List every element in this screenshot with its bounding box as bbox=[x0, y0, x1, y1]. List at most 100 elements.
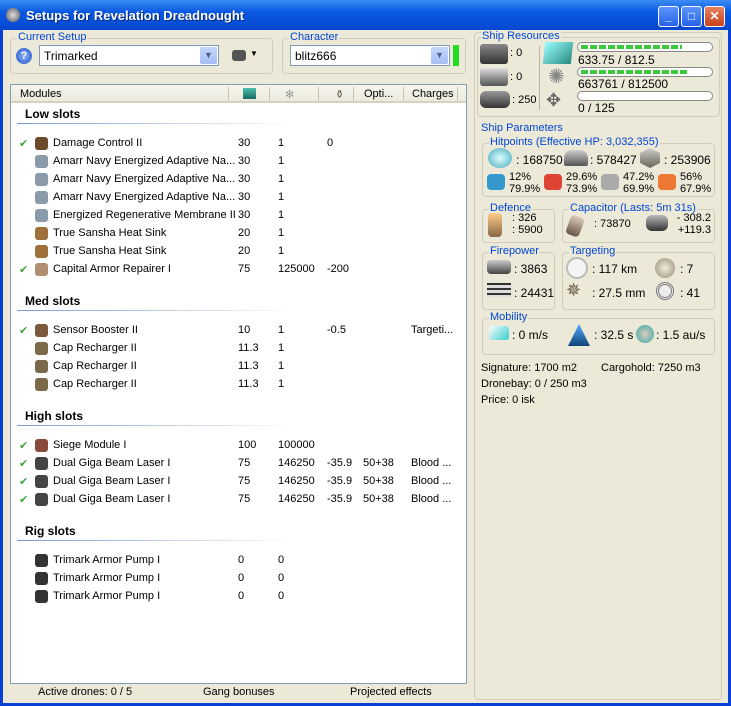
module-c1: 30 bbox=[238, 155, 251, 167]
ship-resources-label: Ship Resources bbox=[481, 30, 561, 42]
section-header: Med slots bbox=[25, 294, 81, 308]
armor-icon bbox=[564, 150, 588, 166]
module-c1: 75 bbox=[238, 263, 251, 275]
module-name: Trimark Armor Pump I bbox=[53, 554, 161, 566]
explosive-armor-resist: 67.9% bbox=[680, 183, 712, 195]
projected-effects-tab[interactable]: Projected effects bbox=[350, 686, 432, 698]
module-row[interactable]: Trimark Armor Pump I 0 0 bbox=[11, 552, 466, 570]
module-row[interactable]: Amarr Navy Energized Adaptive Na... 30 1 bbox=[11, 189, 466, 207]
repair-icon bbox=[488, 213, 502, 237]
module-row[interactable]: ✔ Capital Armor Repairer I 75 125000 -200 bbox=[11, 261, 466, 279]
help-icon[interactable]: ? bbox=[16, 48, 32, 64]
cpu-value: 633.75 / 812.5 bbox=[578, 53, 655, 67]
section-divider bbox=[17, 123, 297, 124]
module-row[interactable]: Cap Recharger II 11.3 1 bbox=[11, 340, 466, 358]
scan-resolution: : 27.5 mm bbox=[592, 286, 646, 300]
setup-select[interactable]: Trimarked ▼ bbox=[39, 45, 219, 66]
maximize-button[interactable]: □ bbox=[681, 6, 702, 27]
col-modules[interactable]: Modules bbox=[20, 88, 62, 100]
active-check-icon[interactable]: ✔ bbox=[19, 457, 28, 470]
module-c1: 0 bbox=[238, 554, 245, 566]
window-title: Setups for Revelation Dreadnought bbox=[26, 8, 245, 23]
list-header: Modules ✻ ⚱ Opti... Charges bbox=[11, 85, 466, 103]
module-c2: 146250 bbox=[278, 475, 315, 487]
module-c2: 146250 bbox=[278, 457, 315, 469]
calibration-icon bbox=[480, 91, 510, 108]
module-row[interactable]: ✔ Dual Giga Beam Laser I 75 146250 -35.9 50+3… bbox=[11, 473, 466, 491]
drone-bandwidth-icon: ✥ bbox=[546, 90, 562, 110]
module-c1: 30 bbox=[238, 173, 251, 185]
thermal-resist-icon bbox=[544, 174, 562, 190]
module-c2: 125000 bbox=[278, 263, 315, 275]
character-label: Character bbox=[289, 31, 340, 43]
module-row[interactable]: Amarr Navy Energized Adaptive Na... 30 1 bbox=[11, 153, 466, 171]
module-row[interactable]: ✔ Damage Control II 30 1 0 bbox=[11, 135, 466, 153]
module-row[interactable]: Trimark Armor Pump I 0 0 bbox=[11, 588, 466, 606]
explosive-shield-resist: 56% bbox=[680, 171, 703, 183]
active-check-icon[interactable]: ✔ bbox=[19, 475, 28, 488]
chevron-down-icon[interactable]: ▼ bbox=[200, 47, 217, 64]
sensor-strength-icon bbox=[656, 282, 674, 300]
module-row[interactable]: Amarr Navy Energized Adaptive Na... 30 1 bbox=[11, 171, 466, 189]
module-c1: 0 bbox=[238, 572, 245, 584]
defence-repair-value: : 5900 bbox=[512, 224, 543, 236]
targeting-range: : 117 km bbox=[592, 262, 638, 276]
module-row[interactable]: ✔ Sensor Booster II 10 1 -0.5 Targeti... bbox=[11, 322, 466, 340]
powergrid-bar bbox=[577, 67, 713, 77]
module-c1: 30 bbox=[238, 191, 251, 203]
module-row[interactable]: ✔ Siege Module I 100 100000 bbox=[11, 437, 466, 455]
powergrid-column-icon[interactable]: ✻ bbox=[285, 88, 294, 101]
character-select[interactable]: blitz666 ▼ bbox=[290, 45, 450, 66]
module-c3: -0.5 bbox=[327, 324, 346, 336]
setup-actions-button[interactable]: ▼ bbox=[232, 49, 258, 63]
module-row[interactable]: Cap Recharger II 11.3 1 bbox=[11, 376, 466, 394]
thermal-shield-resist: 29.6% bbox=[566, 171, 598, 183]
module-name: Amarr Navy Energized Adaptive Na... bbox=[53, 155, 236, 167]
active-check-icon[interactable]: ✔ bbox=[19, 439, 28, 452]
minimize-button[interactable]: _ bbox=[658, 6, 679, 27]
dps-value: : 3863 bbox=[514, 262, 548, 276]
module-c2: 1 bbox=[278, 342, 285, 354]
module-c1: 11.3 bbox=[238, 360, 259, 372]
active-check-icon[interactable]: ✔ bbox=[19, 324, 28, 337]
active-check-icon[interactable]: ✔ bbox=[19, 137, 28, 150]
module-row[interactable]: True Sansha Heat Sink 20 1 bbox=[11, 243, 466, 261]
module-c3: -200 bbox=[327, 263, 350, 275]
col-charges[interactable]: Charges bbox=[412, 88, 454, 100]
dps-icon bbox=[487, 260, 511, 274]
module-icon bbox=[35, 173, 48, 186]
section-header: Rig slots bbox=[25, 524, 76, 538]
capacitor-column-icon[interactable]: ⚱ bbox=[335, 88, 344, 101]
active-check-icon[interactable]: ✔ bbox=[19, 263, 28, 276]
module-c1: 10 bbox=[238, 324, 251, 336]
module-row[interactable]: Cap Recharger II 11.3 1 bbox=[11, 358, 466, 376]
title-bar[interactable]: Setups for Revelation Dreadnought _ □ ✕ bbox=[0, 0, 731, 30]
chevron-down-icon[interactable]: ▼ bbox=[431, 47, 448, 64]
capacitor-recharge: +119.3 bbox=[677, 224, 711, 236]
turret-hardpoint-icon bbox=[480, 44, 508, 64]
module-c1: 0 bbox=[238, 590, 245, 602]
module-c2: 1 bbox=[278, 173, 285, 185]
col-optimal[interactable]: Opti... bbox=[364, 88, 393, 100]
em-shield-resist: 12% bbox=[509, 171, 532, 183]
close-button[interactable]: ✕ bbox=[704, 6, 725, 27]
section-divider bbox=[17, 310, 297, 311]
active-drones-status[interactable]: Active drones: 0 / 5 bbox=[38, 686, 132, 698]
volley-icon bbox=[487, 283, 511, 297]
module-row[interactable]: True Sansha Heat Sink 20 1 bbox=[11, 225, 466, 243]
gang-bonuses-tab[interactable]: Gang bonuses bbox=[203, 686, 275, 698]
active-check-icon[interactable]: ✔ bbox=[19, 493, 28, 506]
module-icon bbox=[35, 378, 48, 391]
module-c2: 1 bbox=[278, 245, 285, 257]
module-row[interactable]: ✔ Dual Giga Beam Laser I 75 146250 -35.9 50+3… bbox=[11, 491, 466, 509]
turret-hardpoints: : 0 bbox=[510, 47, 523, 59]
module-c1: 11.3 bbox=[238, 378, 259, 390]
cpu-column-icon[interactable] bbox=[243, 88, 256, 99]
character-value: blitz666 bbox=[295, 49, 337, 63]
module-row[interactable]: ✔ Dual Giga Beam Laser I 75 146250 -35.9 50+3… bbox=[11, 455, 466, 473]
module-row[interactable]: Trimark Armor Pump I 0 0 bbox=[11, 570, 466, 588]
module-c3: 0 bbox=[327, 137, 334, 149]
module-row[interactable]: Energized Regenerative Membrane II 30 1 bbox=[11, 207, 466, 225]
targeting-label: Targeting bbox=[569, 245, 617, 257]
modules-list[interactable]: Modules ✻ ⚱ Opti... Charges Low slots ✔ Da… bbox=[10, 84, 467, 684]
